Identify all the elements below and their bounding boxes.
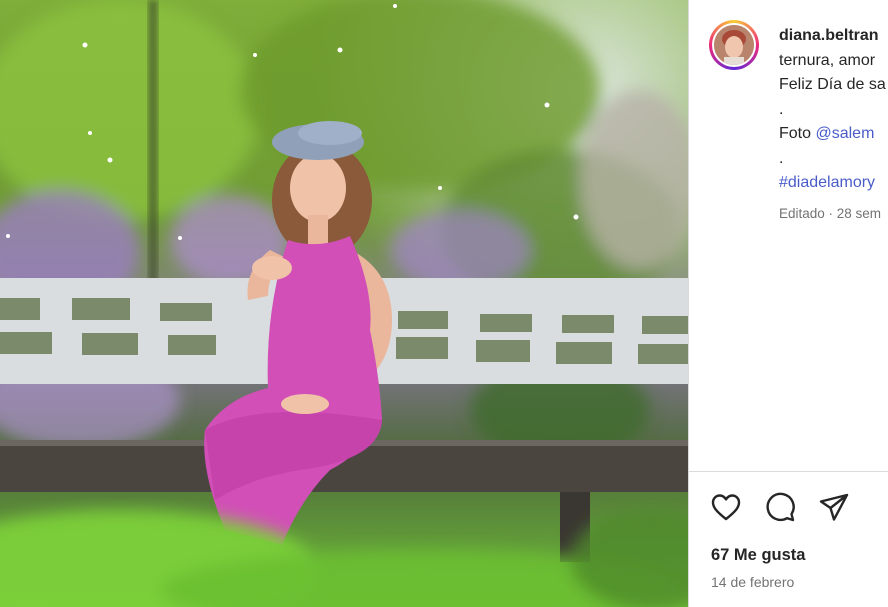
photo-credit: Foto @salem	[779, 122, 888, 147]
photo-credit-prefix: Foto	[779, 125, 816, 142]
story-ring[interactable]	[709, 20, 759, 70]
avatar-border	[712, 23, 756, 67]
post-photo[interactable]	[0, 0, 688, 607]
post-sidebar: diana.beltran ternura, amor Feliz Día de…	[688, 0, 888, 607]
caption-dot: .	[779, 149, 784, 167]
username-link[interactable]: diana.beltran	[779, 27, 879, 44]
caption-line-2: Feliz Día de sa	[779, 76, 886, 93]
comment-button[interactable]	[763, 490, 797, 524]
edited-meta: Editado · 28 sem	[779, 205, 882, 221]
heart-icon	[711, 494, 741, 521]
avatar-image	[714, 25, 754, 65]
caption-line-1: ternura, amor	[779, 51, 876, 69]
hashtag-link[interactable]: #diadelamory	[779, 174, 875, 191]
caption-line-3: .	[779, 100, 784, 118]
like-button[interactable]	[709, 490, 743, 524]
photo-illustration	[0, 0, 688, 607]
post-date[interactable]: 14 de febrero	[711, 574, 794, 590]
avatar[interactable]	[714, 25, 754, 65]
share-button[interactable]	[817, 490, 851, 524]
post-caption: diana.beltran ternura, amor Feliz Día de…	[779, 24, 888, 226]
action-bar	[709, 490, 851, 524]
comment-icon	[766, 492, 795, 522]
likes-count[interactable]: 67 Me gusta	[711, 546, 805, 565]
share-icon	[819, 493, 849, 521]
mention-link[interactable]: @salem	[815, 125, 874, 142]
divider	[689, 471, 888, 472]
